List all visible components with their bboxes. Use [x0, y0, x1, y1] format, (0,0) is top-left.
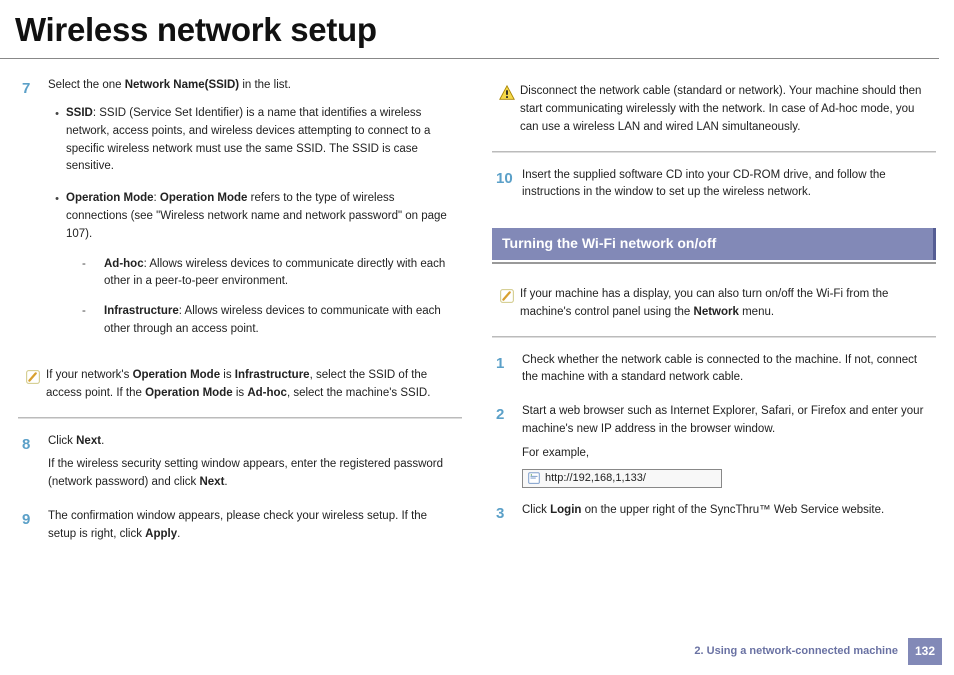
warning-icon	[494, 83, 520, 105]
text-bold: Infrastructure	[104, 305, 179, 317]
content-columns: 7 Select the one Network Name(SSID) in t…	[0, 73, 954, 559]
text-bold: Ad-hoc	[104, 258, 144, 270]
text-bold: Network Name(SSID)	[125, 79, 239, 91]
bullet-text: SSID: SSID (Service Set Identifier) is a…	[66, 105, 454, 176]
step-number: 1	[492, 352, 522, 394]
bullet-dot: •	[48, 105, 66, 176]
footer-chapter: 2. Using a network-connected machine	[694, 643, 898, 660]
step-number: 9	[18, 508, 48, 550]
footer-page-number: 132	[908, 638, 942, 665]
step-body: Check whether the network cable is conne…	[522, 352, 936, 394]
step-10: 10 Insert the supplied software CD into …	[492, 167, 936, 209]
text: in the list.	[239, 79, 291, 91]
dash-item: - Ad-hoc: Allows wireless devices to com…	[82, 256, 454, 292]
step-2b: 2 Start a web browser such as Internet E…	[492, 403, 936, 491]
note-icon	[494, 286, 520, 308]
text-bold: Infrastructure	[235, 369, 310, 381]
dash-text: Ad-hoc: Allows wireless devices to commu…	[104, 256, 454, 292]
text: The confirmation window appears, please …	[48, 510, 427, 540]
text-bold: SSID	[66, 107, 93, 119]
step-body: Insert the supplied software CD into you…	[522, 167, 936, 209]
bullet-item: • Operation Mode: Operation Mode refers …	[48, 190, 454, 339]
step-number: 7	[18, 77, 48, 353]
step-number: 3	[492, 502, 522, 526]
text: For example,	[522, 445, 928, 463]
step-body: Click Next. If the wireless security set…	[48, 433, 462, 498]
step-8: 8 Click Next. If the wireless security s…	[18, 433, 462, 498]
dash-marker: -	[82, 256, 104, 292]
section-heading: Turning the Wi-Fi network on/off	[492, 228, 936, 260]
text: .	[224, 476, 227, 488]
text-bold: Operation Mode	[133, 369, 221, 381]
step-7: 7 Select the one Network Name(SSID) in t…	[18, 77, 462, 353]
step-body: The confirmation window appears, please …	[48, 508, 462, 550]
text: : Allows wireless devices to communicate…	[104, 258, 445, 288]
text: Click	[522, 504, 550, 516]
text: If your network's	[46, 369, 133, 381]
divider	[18, 417, 462, 419]
step-9: 9 The confirmation window appears, pleas…	[18, 508, 462, 550]
text: Click	[48, 435, 76, 447]
text: Insert the supplied software CD into you…	[522, 167, 928, 203]
step-number: 10	[492, 167, 522, 209]
dash-marker: -	[82, 303, 104, 339]
divider	[492, 151, 936, 153]
step-body: Click Login on the upper right of the Sy…	[522, 502, 936, 526]
note-icon	[20, 367, 46, 389]
text: is	[233, 387, 248, 399]
text-bold: Ad-hoc	[247, 387, 287, 399]
text: If the wireless security setting window …	[48, 458, 443, 488]
step-number: 8	[18, 433, 48, 498]
note-box: If your machine has a display, you can a…	[492, 282, 936, 326]
page-title: Wireless network setup	[0, 0, 939, 59]
text-bold: Operation Mode	[145, 387, 233, 399]
divider	[492, 336, 936, 338]
bullet-item: • SSID: SSID (Service Set Identifier) is…	[48, 105, 454, 176]
note-text: If your network's Operation Mode is Infr…	[46, 367, 456, 403]
text-bold: Next	[76, 435, 101, 447]
note-box: If your network's Operation Mode is Infr…	[18, 363, 462, 407]
url-text: http://192,168,1,133/	[545, 470, 646, 487]
text: Check whether the network cable is conne…	[522, 352, 928, 388]
bullet-text: Operation Mode: Operation Mode refers to…	[66, 190, 454, 339]
step-3b: 3 Click Login on the upper right of the …	[492, 502, 936, 526]
text-bold: Operation Mode	[66, 192, 154, 204]
page-icon	[527, 471, 541, 485]
text: .	[101, 435, 104, 447]
warning-text: Disconnect the network cable (standard o…	[520, 83, 930, 136]
dash-item: - Infrastructure: Allows wireless device…	[82, 303, 454, 339]
right-column: Disconnect the network cable (standard o…	[492, 73, 936, 559]
step-number: 2	[492, 403, 522, 491]
text: menu.	[739, 306, 774, 318]
text-bold: Login	[550, 504, 581, 516]
text: is	[220, 369, 235, 381]
left-column: 7 Select the one Network Name(SSID) in t…	[18, 73, 462, 559]
text: Select the one	[48, 79, 125, 91]
warning-box: Disconnect the network cable (standard o…	[492, 79, 936, 140]
text: : SSID (Service Set Identifier) is a nam…	[66, 107, 430, 172]
text: Start a web browser such as Internet Exp…	[522, 403, 928, 439]
step-1b: 1 Check whether the network cable is con…	[492, 352, 936, 394]
text-bold: Operation Mode	[160, 192, 248, 204]
step-body: Select the one Network Name(SSID) in the…	[48, 77, 462, 353]
footer: 2. Using a network-connected machine 132	[694, 638, 942, 665]
text: , select the machine's SSID.	[287, 387, 430, 399]
text-bold: Apply	[145, 528, 177, 540]
text: on the upper right of the SyncThru™ Web …	[581, 504, 884, 516]
bullet-dot: •	[48, 190, 66, 339]
text: .	[177, 528, 180, 540]
dash-text: Infrastructure: Allows wireless devices …	[104, 303, 454, 339]
address-bar-example: http://192,168,1,133/	[522, 469, 722, 488]
text-bold: Network	[694, 306, 739, 318]
note-text: If your machine has a display, you can a…	[520, 286, 930, 322]
text-bold: Next	[199, 476, 224, 488]
step-body: Start a web browser such as Internet Exp…	[522, 403, 936, 491]
bullet-list: • SSID: SSID (Service Set Identifier) is…	[48, 105, 454, 339]
divider	[492, 262, 936, 264]
